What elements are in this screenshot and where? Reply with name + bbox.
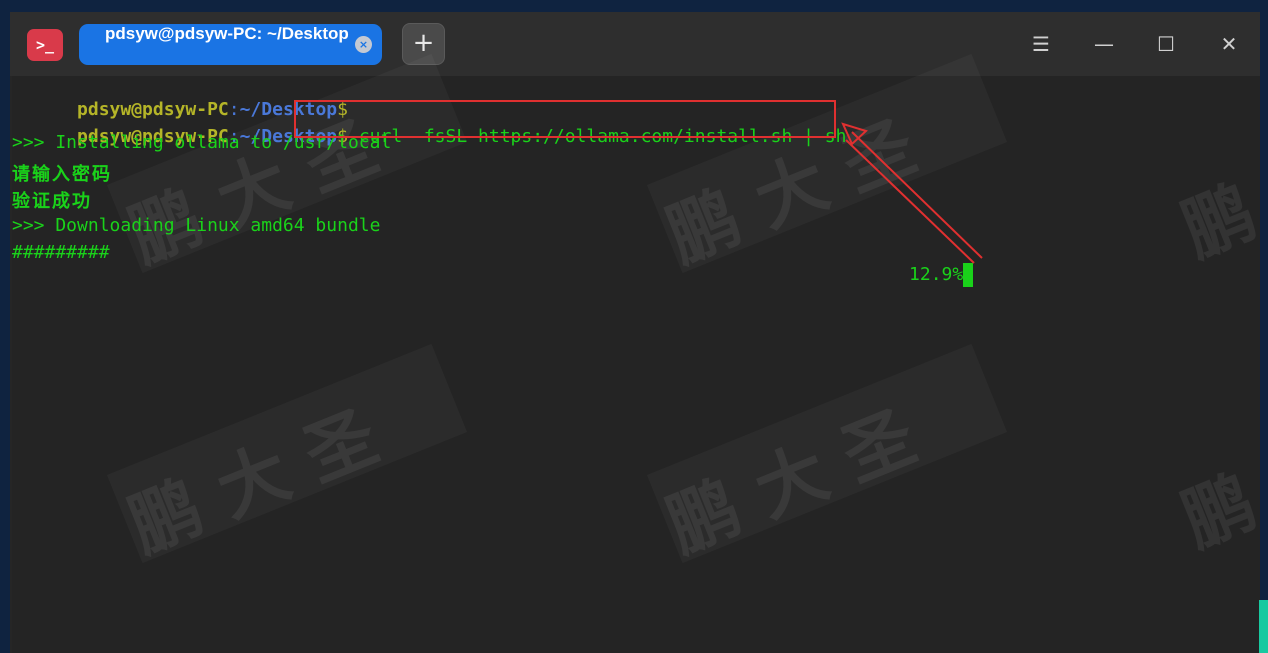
desktop-edge-accent [1259,600,1268,653]
annotation-arrow [841,122,983,264]
